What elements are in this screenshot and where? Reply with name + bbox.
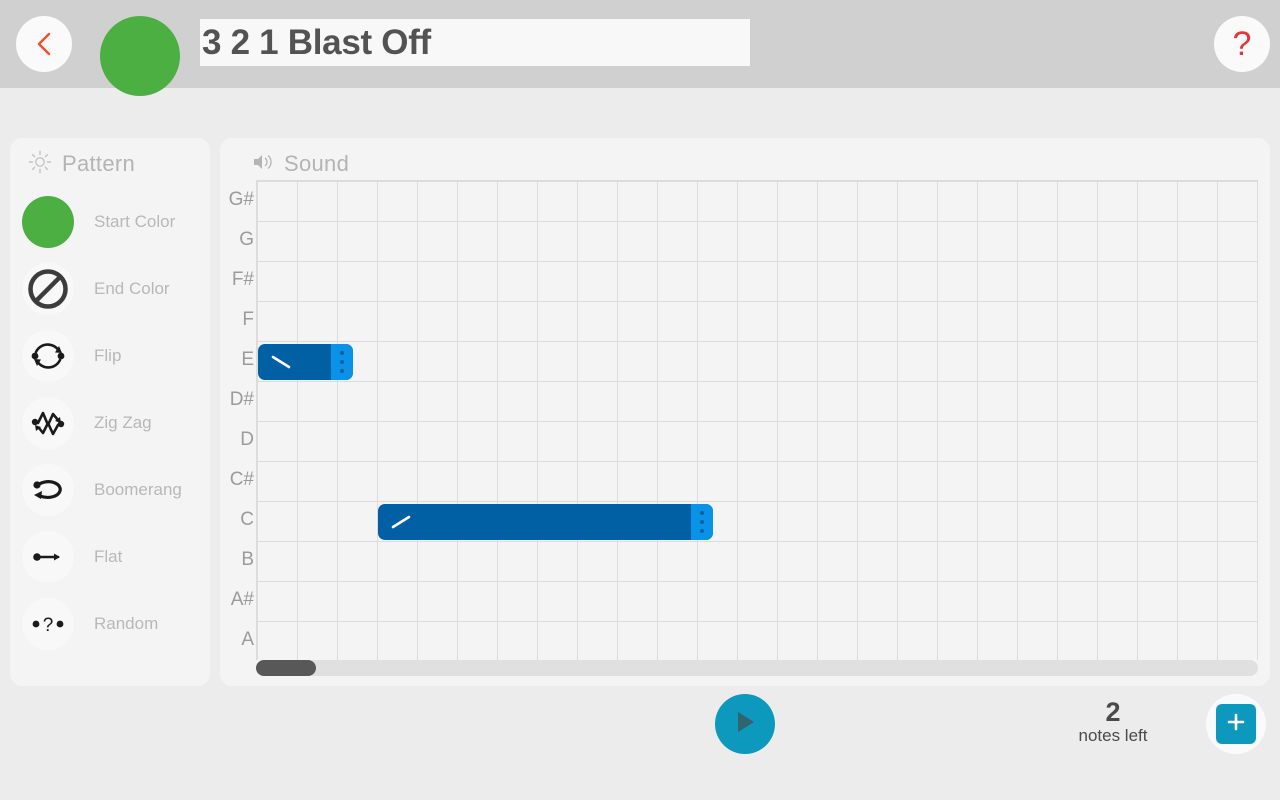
- pitch-label-Dsharp: D#: [229, 389, 254, 410]
- line-down-icon: [271, 355, 291, 369]
- pattern-item-random[interactable]: ? Random: [10, 590, 210, 657]
- pattern-item-flip[interactable]: Flip: [10, 322, 210, 389]
- pitch-label-G: G: [239, 229, 254, 250]
- pitch-label-Fsharp: F#: [231, 269, 254, 290]
- pitch-label-E: E: [241, 349, 254, 370]
- notes-left-counter: 2 notes left: [1053, 698, 1173, 746]
- handle-dot: [339, 360, 344, 364]
- flip-icon: [22, 329, 74, 382]
- pattern-item-flat[interactable]: Flat: [10, 523, 210, 590]
- pattern-item-zig-zag[interactable]: Zig Zag: [10, 389, 210, 456]
- handle-dot: [699, 529, 704, 533]
- note-resize-handle[interactable]: [690, 504, 713, 540]
- sound-panel-title: Sound: [284, 151, 350, 176]
- project-title-input[interactable]: [200, 19, 750, 66]
- sound-panel: Sound G# G F# F E D# D C# C B A# A: [220, 138, 1270, 686]
- notes-left-count: 2: [1105, 697, 1121, 727]
- pitch-label-Csharp: C#: [229, 469, 254, 490]
- pitch-label-D: D: [240, 429, 254, 450]
- no-entry-icon: [22, 262, 74, 315]
- line-up-icon: [391, 515, 411, 529]
- pitch-label-B: B: [241, 549, 254, 570]
- sequencer-grid[interactable]: [256, 180, 1258, 660]
- help-button[interactable]: ?: [1214, 16, 1270, 72]
- pattern-list: Start Color End Color Flip Zig Zag Boome…: [10, 188, 210, 657]
- question-dots-icon: ?: [22, 597, 74, 650]
- pitch-label-F: F: [242, 309, 254, 330]
- scrollbar-thumb[interactable]: [256, 660, 316, 676]
- pattern-panel-header: Pattern: [10, 138, 210, 180]
- add-note-button-wrapper: [1206, 694, 1266, 754]
- pattern-item-label: End Color: [94, 278, 170, 298]
- pitch-label-C: C: [240, 509, 254, 530]
- note-resize-handle[interactable]: [330, 344, 353, 380]
- pitch-label-Gsharp: G#: [228, 189, 254, 210]
- pattern-item-label: Start Color: [94, 211, 176, 231]
- notes-left-label: notes left: [1078, 726, 1148, 745]
- pattern-item-boomerang[interactable]: Boomerang: [10, 456, 210, 523]
- pattern-panel: Pattern Start Color End Color Flip Zig Z…: [10, 138, 210, 686]
- handle-dot: [699, 520, 704, 524]
- note-layer: [257, 181, 1258, 660]
- pattern-item-label: Flip: [94, 345, 122, 365]
- project-color-swatch[interactable]: [100, 16, 180, 96]
- chevron-left-icon: [34, 30, 54, 58]
- speaker-icon: [252, 152, 274, 177]
- pattern-item-label: Zig Zag: [94, 412, 152, 432]
- zigzag-icon: [22, 396, 74, 449]
- pattern-item-start-color[interactable]: Start Color: [10, 188, 210, 255]
- note-block[interactable]: [378, 504, 713, 540]
- pattern-item-label: Boomerang: [94, 479, 182, 499]
- brightness-icon: [28, 150, 52, 179]
- note-block[interactable]: [258, 344, 353, 380]
- pattern-item-end-color[interactable]: End Color: [10, 255, 210, 322]
- svg-text:?: ?: [43, 615, 54, 636]
- handle-dot: [699, 511, 704, 515]
- pattern-item-label: Flat: [94, 546, 123, 566]
- app-header: ?: [0, 0, 1280, 96]
- pattern-panel-title: Pattern: [62, 151, 136, 176]
- sequencer-area: G# G F# F E D# D C# C B A# A: [220, 180, 1270, 686]
- pitch-label-Asharp: A#: [230, 589, 254, 610]
- boomerang-icon: [22, 463, 74, 516]
- handle-dot: [339, 351, 344, 355]
- back-button[interactable]: [16, 16, 72, 72]
- arrow-right-icon: [22, 530, 74, 583]
- pattern-item-label: Random: [94, 613, 159, 633]
- handle-dot: [339, 369, 344, 373]
- sound-panel-header: Sound: [220, 138, 1270, 180]
- plus-icon: [1225, 711, 1247, 738]
- pitch-label-A: A: [241, 629, 254, 650]
- question-mark-icon: ?: [1232, 25, 1252, 63]
- pitch-labels: G# G F# F E D# D C# C B A# A: [220, 180, 256, 660]
- add-note-button[interactable]: [1216, 704, 1256, 744]
- horizontal-scrollbar[interactable]: [256, 660, 1258, 676]
- play-button[interactable]: [715, 694, 775, 754]
- play-triangle-icon: [733, 709, 757, 740]
- app-root: ? Pat: [0, 0, 1280, 800]
- filled-circle-icon: [22, 195, 74, 248]
